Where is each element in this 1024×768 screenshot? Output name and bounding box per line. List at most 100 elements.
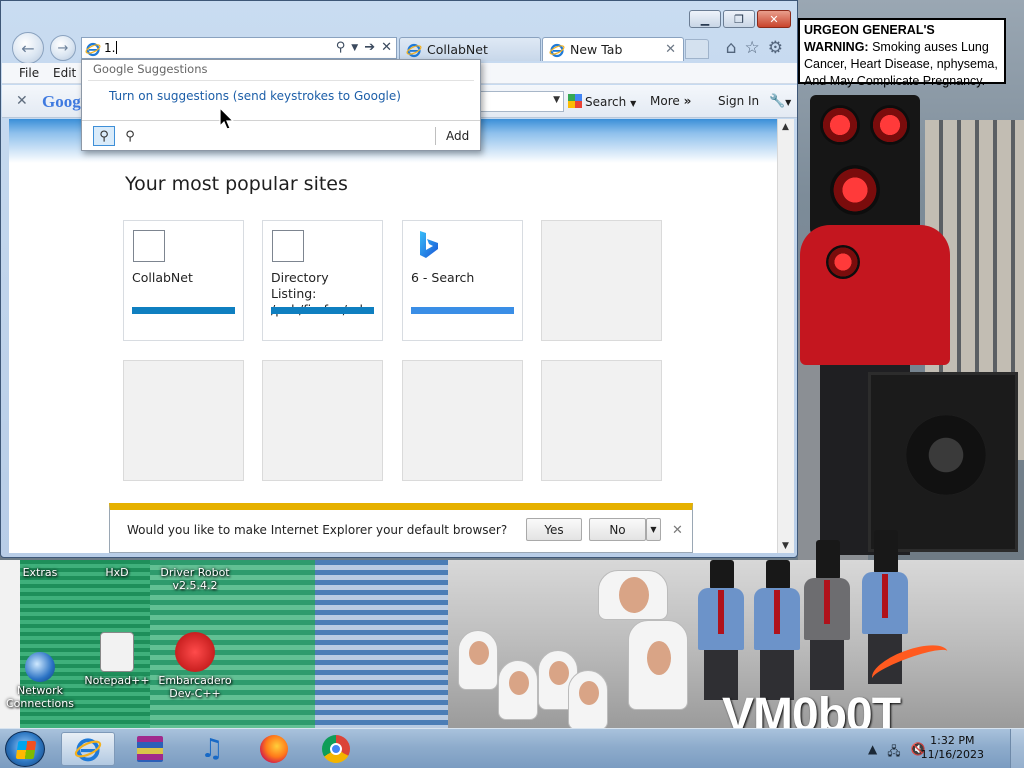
desktop-icon-extras[interactable]: Extras <box>0 566 80 579</box>
yes-button[interactable]: Yes <box>526 518 582 541</box>
taskbar-music[interactable]: ♫ <box>185 732 239 766</box>
dropdown-arrow-icon[interactable]: ▼ <box>351 43 358 55</box>
forward-button[interactable]: → <box>50 35 76 61</box>
desktop-icon-notepad-plus-plus[interactable]: Notepad++ <box>77 632 157 687</box>
internet-explorer-window: ▁ ❐ ✕ ← → 1. ⚲ ▼ ➔ ✕ CollabNet New Tab ✕… <box>0 0 798 558</box>
browser-right-icons: ⌂ ☆ ⚙ <box>726 38 783 58</box>
desktop-icon-driver-robot[interactable]: Driver Robot v2.5.4.2 <box>155 566 235 592</box>
popular-site-tile[interactable]: CollabNet <box>123 220 244 341</box>
scroll-down-icon[interactable]: ▼ <box>782 541 789 551</box>
google-logo: Goog <box>42 92 81 111</box>
no-button[interactable]: No <box>589 518 646 541</box>
minimize-icon: ▁ <box>700 12 710 26</box>
no-options-dropdown[interactable]: ▼ <box>646 518 661 541</box>
bing-icon <box>420 231 438 258</box>
tab-collabnet[interactable]: CollabNet <box>399 37 541 61</box>
clock-date: 11/16/2023 <box>920 748 984 761</box>
new-tab-page: Your most popular sites CollabNet Direct… <box>9 119 777 553</box>
divider <box>88 80 474 81</box>
windows-logo-icon <box>15 741 37 759</box>
favorites-star-icon[interactable]: ☆ <box>745 38 760 58</box>
close-window-button[interactable]: ✕ <box>757 10 791 28</box>
window-caption-buttons: ▁ ❐ ✕ <box>689 10 791 28</box>
address-input[interactable]: 1. <box>104 41 117 55</box>
page-title: Your most popular sites <box>125 173 348 195</box>
taskbar-chrome[interactable] <box>309 732 363 766</box>
taskbar-winrar[interactable] <box>123 732 177 766</box>
wallpaper-speakerman <box>800 95 950 555</box>
empty-site-tile[interactable] <box>541 360 662 481</box>
close-toolbar-icon[interactable]: ✕ <box>16 93 28 109</box>
tile-usage-bar <box>411 307 514 314</box>
dropdown-arrow-icon: ▼ <box>785 98 792 107</box>
taskbar: ♫ ▲ 🖧 🔇 1:32 PM 11/16/2023 <box>0 728 1024 768</box>
google-search-input[interactable] <box>480 91 564 112</box>
internet-explorer-icon <box>549 43 565 57</box>
new-tab-button[interactable] <box>685 39 709 59</box>
close-tab-icon[interactable]: ✕ <box>665 42 676 57</box>
default-browser-notification: Would you like to make Internet Explorer… <box>109 503 693 553</box>
google-icon <box>568 94 582 108</box>
blank-favicon-icon <box>272 230 304 262</box>
menu-file[interactable]: File <box>19 66 39 80</box>
devcpp-icon <box>175 632 215 672</box>
address-suggestions-dropdown: Google Suggestions Turn on suggestions (… <box>81 59 481 151</box>
forward-arrow-icon: → <box>57 40 69 56</box>
network-icon <box>25 652 55 682</box>
desktop-icon-network-connections[interactable]: Network Connections <box>0 632 80 710</box>
start-button[interactable] <box>5 731 45 767</box>
close-notification-icon[interactable]: ✕ <box>672 523 683 538</box>
google-search-button[interactable]: Search ▼ <box>568 94 636 109</box>
desktop-icon-label: HxD <box>105 566 129 579</box>
music-icon: ♫ <box>200 734 224 764</box>
tile-usage-bar <box>271 307 374 314</box>
search-provider-bar: ⚲ ⚲ Add <box>82 120 480 150</box>
stop-icon[interactable]: ✕ <box>381 40 392 55</box>
add-provider-button[interactable]: Add <box>446 129 469 143</box>
more-button[interactable]: More » <box>650 94 691 108</box>
internet-explorer-icon <box>85 42 101 57</box>
desktop-icon-label: Network Connections <box>6 684 74 710</box>
tab-new-tab[interactable]: New Tab ✕ <box>542 37 684 61</box>
tab-label: CollabNet <box>427 42 488 57</box>
desktop-icon-label: Notepad++ <box>84 674 150 687</box>
taskbar-firefox[interactable] <box>247 732 301 766</box>
taskbar-internet-explorer[interactable] <box>61 732 115 766</box>
popular-site-tile[interactable]: Directory Listing: /pub/firefox/rel... <box>262 220 383 341</box>
home-icon[interactable]: ⌂ <box>726 38 737 58</box>
gear-icon[interactable]: ⚙ <box>768 38 783 58</box>
show-hidden-icons-arrow-icon[interactable]: ▲ <box>868 742 877 763</box>
notepad-plus-plus-icon <box>100 632 134 672</box>
wrench-icon[interactable]: 🔧 <box>769 94 785 109</box>
turn-on-suggestions-link[interactable]: Turn on suggestions (send keystrokes to … <box>109 89 401 103</box>
blank-favicon-icon <box>133 230 165 262</box>
search-provider-other[interactable]: ⚲ <box>119 126 141 146</box>
back-button[interactable]: ← <box>12 32 44 64</box>
desktop-icon-label: Driver Robot v2.5.4.2 <box>160 566 230 592</box>
search-provider-google[interactable]: ⚲ <box>93 126 115 146</box>
empty-site-tile[interactable] <box>541 220 662 341</box>
mouse-cursor-icon <box>219 107 235 130</box>
desktop-icon-hxd[interactable]: HxD <box>77 566 157 579</box>
vertical-scrollbar[interactable]: ▲ ▼ <box>777 119 794 553</box>
desktop-icon-label: Extras <box>22 566 58 579</box>
scroll-up-icon[interactable]: ▲ <box>782 122 789 132</box>
search-icon[interactable]: ⚲ <box>336 40 346 55</box>
empty-site-tile[interactable] <box>262 360 383 481</box>
minimize-button[interactable]: ▁ <box>689 10 721 28</box>
sign-in-button[interactable]: Sign In 🔧▼ <box>718 94 791 109</box>
maximize-button[interactable]: ❐ <box>723 10 755 28</box>
clock[interactable]: 1:32 PM 11/16/2023 <box>921 734 984 762</box>
menu-edit[interactable]: Edit <box>53 66 76 80</box>
address-bar[interactable]: 1. ⚲ ▼ ➔ ✕ <box>81 37 397 59</box>
empty-site-tile[interactable] <box>123 360 244 481</box>
wallpaper-speaker <box>868 372 1018 552</box>
suggestions-header: Google Suggestions <box>93 62 208 76</box>
popular-site-tile[interactable]: 6 - Search <box>402 220 523 341</box>
desktop-icon-embarcadero-devcpp[interactable]: Embarcadero Dev-C++ <box>155 632 235 700</box>
tile-usage-bar <box>132 307 235 314</box>
network-icon[interactable]: 🖧 <box>887 742 900 763</box>
empty-site-tile[interactable] <box>402 360 523 481</box>
go-arrow-icon[interactable]: ➔ <box>364 40 375 55</box>
show-desktop-button[interactable] <box>1010 729 1024 768</box>
